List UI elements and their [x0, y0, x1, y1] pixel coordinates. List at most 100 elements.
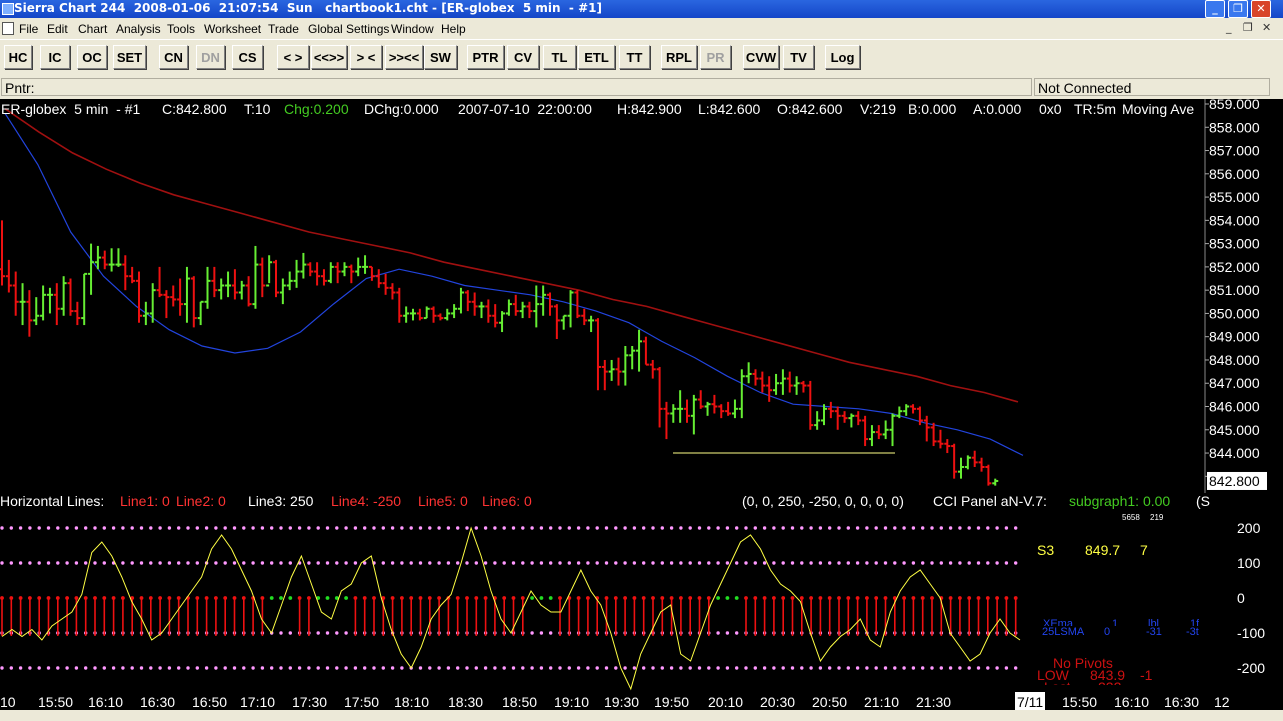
- cci-dot-line: [84, 666, 88, 670]
- ohlc-bar: [492, 304, 499, 328]
- cci-dot-line: [260, 561, 265, 565]
- menu-analysis[interactable]: Analysis: [116, 22, 161, 36]
- menu-file[interactable]: File: [19, 22, 38, 36]
- time-label: 21:30: [916, 694, 951, 710]
- menu-window[interactable]: Window: [391, 22, 434, 36]
- toolbar-button-etl[interactable]: ETL: [578, 45, 615, 69]
- header-high: H:842.900: [617, 101, 682, 117]
- close-button[interactable]: ✕: [1251, 0, 1271, 18]
- cci-dot-line: [9, 561, 13, 565]
- mdi-close-button[interactable]: ✕: [1262, 21, 1271, 34]
- toolbar-button-tt[interactable]: TT: [619, 45, 650, 69]
- time-label: 20:50: [812, 694, 847, 710]
- cci-dot-line: [111, 526, 116, 530]
- ohlc-bar: [26, 290, 33, 337]
- menu-help[interactable]: Help: [441, 22, 466, 36]
- maximize-button[interactable]: ❐: [1228, 0, 1248, 18]
- cci-dot-line: [883, 561, 888, 565]
- ohlc-bar: [279, 278, 286, 305]
- cci-dot-line: [948, 526, 953, 530]
- toolbar-button-oc[interactable]: OC: [77, 45, 107, 69]
- cci-dot-line: [242, 526, 246, 530]
- cci-dot-line: [707, 561, 711, 565]
- toolbar-button-cn[interactable]: CN: [159, 45, 188, 69]
- time-label: 20:30: [760, 694, 795, 710]
- cci-dot-line: [474, 666, 478, 670]
- ohlc-bar: [499, 311, 506, 333]
- cci-dot-line: [986, 561, 990, 565]
- cci-dot-line: [511, 526, 516, 530]
- menu-global-settings[interactable]: Global Settings: [308, 22, 389, 36]
- ohlc-bar: [875, 425, 882, 440]
- document-icon[interactable]: [2, 22, 14, 35]
- menu-bar: File Edit Chart Analysis Tools Worksheet…: [0, 18, 1283, 39]
- toolbar-button-tl[interactable]: TL: [543, 45, 576, 69]
- cci-zero-dot: [725, 596, 730, 600]
- cci-dot-line: [56, 561, 60, 565]
- cci-dot-line: [688, 526, 692, 530]
- ohlc-bar: [731, 399, 738, 419]
- ohlc-bar: [697, 390, 704, 409]
- chart-area[interactable]: 859.000 858.000 857.000 856.000 855.000 854.0…: [0, 99, 1283, 710]
- ohlc-bar: [197, 300, 204, 326]
- mdi-restore-button[interactable]: ❐: [1243, 21, 1253, 34]
- toolbar-button-xxxx[interactable]: <<>>: [311, 45, 347, 69]
- header-ticks: T:10: [244, 101, 271, 117]
- ohlc-bar: [937, 429, 944, 449]
- connection-status: Not Connected: [1034, 78, 1270, 96]
- cci-dot-line: [521, 526, 525, 530]
- cci-dot-line: [874, 561, 878, 565]
- cci-dot-line: [800, 526, 804, 530]
- ohlc-bar: [636, 329, 643, 372]
- cci-zero-dot: [716, 596, 720, 600]
- toolbar-button-hc[interactable]: HC: [4, 45, 32, 69]
- cci-dot-line: [762, 666, 767, 670]
- cci-dot-line: [381, 561, 385, 565]
- toolbar-button-tv[interactable]: TV: [783, 45, 814, 69]
- cci-dot-line: [65, 666, 69, 670]
- toolbar-button-ic[interactable]: IC: [40, 45, 70, 69]
- cci-dot-line: [939, 526, 943, 530]
- xema-label: XEma: [1043, 618, 1073, 626]
- cci-dot-line: [651, 561, 655, 565]
- toolbar-button-cs[interactable]: CS: [232, 45, 263, 69]
- cci-dot-line: [855, 666, 860, 670]
- toolbar-button-rpl[interactable]: RPL: [661, 45, 697, 69]
- toolbar-button-log[interactable]: Log: [825, 45, 860, 69]
- menu-trade[interactable]: Trade: [268, 22, 299, 36]
- horizontal-scrollbar[interactable]: [0, 710, 1283, 721]
- mdi-minimize-button[interactable]: _: [1226, 21, 1232, 34]
- cci-zero-dot: [734, 596, 739, 600]
- ohlc-bar: [601, 359, 608, 391]
- menu-tools[interactable]: Tools: [167, 22, 195, 36]
- toolbar-button-xxxx[interactable]: >><<: [385, 45, 423, 69]
- cci-dot-line: [976, 561, 981, 565]
- minimize-button[interactable]: _: [1205, 0, 1225, 18]
- price-label: 858.000: [1209, 119, 1260, 135]
- cci-dot-line: [121, 666, 125, 670]
- header-close: C:842.800: [162, 101, 227, 117]
- toolbar-button-set[interactable]: SET: [113, 45, 146, 69]
- time-label: 15:50: [38, 694, 73, 710]
- menu-chart[interactable]: Chart: [78, 22, 107, 36]
- cci-zero-dot: [269, 596, 274, 600]
- toolbar-button-xxx[interactable]: < >: [277, 45, 309, 69]
- cci-dot-line: [9, 666, 13, 670]
- toolbar-button-cvw[interactable]: CVW: [743, 45, 779, 69]
- toolbar-button-dn[interactable]: DN: [196, 45, 225, 69]
- menu-worksheet[interactable]: Worksheet: [204, 22, 261, 36]
- toolbar-button-pr[interactable]: PR: [700, 45, 731, 69]
- toolbar-button-xxx[interactable]: > <: [350, 45, 382, 69]
- cci-dot-line: [521, 666, 525, 670]
- chart-canvas[interactable]: 859.000 858.000 857.000 856.000 855.000 854.0…: [0, 99, 1283, 710]
- toolbar-button-cv[interactable]: CV: [507, 45, 539, 69]
- toolbar-button-ptr[interactable]: PTR: [467, 45, 504, 69]
- cci-zero-dot: [539, 596, 544, 600]
- ohlc-bar: [533, 285, 540, 328]
- ohlc-bar: [320, 269, 327, 286]
- toolbar-button-sw[interactable]: SW: [424, 45, 457, 69]
- ohlc-bar: [581, 308, 588, 326]
- ohlc-bar: [930, 422, 937, 447]
- menu-edit[interactable]: Edit: [47, 22, 68, 36]
- price-label: 853.000: [1209, 236, 1260, 252]
